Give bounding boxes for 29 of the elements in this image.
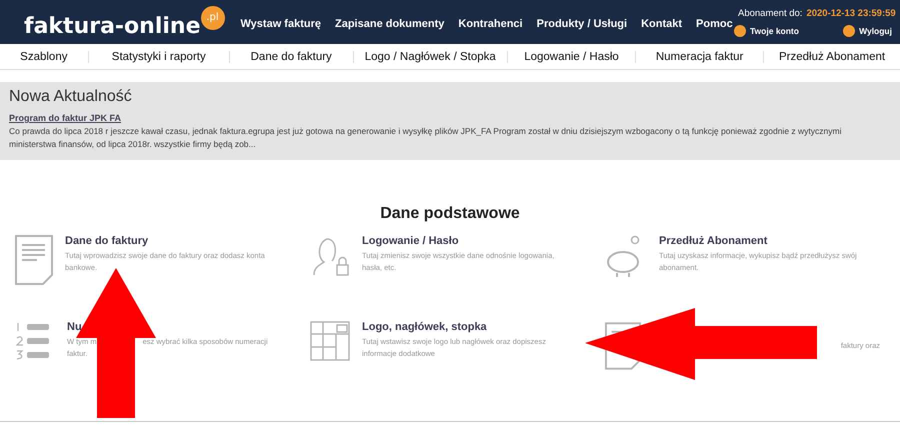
card-title[interactable]: Przedłuż Abonament	[659, 235, 768, 247]
nav-link[interactable]: Pomoc	[696, 18, 733, 30]
subnav-link[interactable]: Logo / Nagłówek / Stopka	[352, 50, 507, 62]
card-title[interactable]: Nu	[67, 321, 82, 333]
subnav-link[interactable]: Numeracja faktur	[635, 50, 764, 62]
subnav-link[interactable]: Szablony	[0, 50, 88, 62]
nav-link[interactable]: Produkty / Usługi	[536, 18, 628, 30]
subnav-link[interactable]: Przedłuż Abonament	[763, 50, 900, 62]
account-link[interactable]: Twoje konto	[750, 26, 799, 36]
logout-link[interactable]: Wyloguj	[859, 26, 892, 36]
card-title[interactable]: Dane do faktury	[65, 235, 148, 247]
nav-link[interactable]: Zapisane dokumenty	[335, 18, 444, 30]
document-icon	[15, 235, 53, 285]
subnav-link[interactable]: Statystyki i raporty	[88, 50, 229, 62]
layout-grid-icon	[310, 321, 350, 361]
news-link[interactable]: Program do faktur JPK FA	[9, 113, 891, 123]
nav-link[interactable]: Kontakt	[641, 18, 682, 30]
subscription-date: 2020-12-13 23:59:59	[806, 8, 896, 19]
nav-link[interactable]: Wystaw fakturę	[240, 18, 321, 30]
subscription-label: Abonament do:	[738, 8, 802, 19]
news-text: Co prawda do lipca 2018 r jeszcze kawał czasu, jednak faktura.egrupa jest już gotowa na generowanie i wysyłkę plików JPK_FA Program został w dniu dzisiejszym wzbogacony o tą funkcję ponieważ zgodnie z wytycznymi ministerstwa finansów, od lipca 2018r. wszystkie firmy będą zob...	[9, 125, 842, 151]
card-title[interactable]: Logowanie / Hasło	[362, 235, 459, 247]
subnav-link[interactable]: Dane do faktury	[228, 50, 353, 62]
section-title: Dane podstawowe	[379, 205, 521, 223]
nav-link[interactable]: Kontrahenci	[458, 18, 523, 30]
subnav-link[interactable]: Logowanie / Hasło	[506, 50, 636, 62]
logo-badge: .pl	[200, 6, 224, 30]
news-heading: Nowa Aktualność	[9, 88, 133, 106]
card-title[interactable]: Logo, nagłówek, stopka	[362, 321, 487, 333]
